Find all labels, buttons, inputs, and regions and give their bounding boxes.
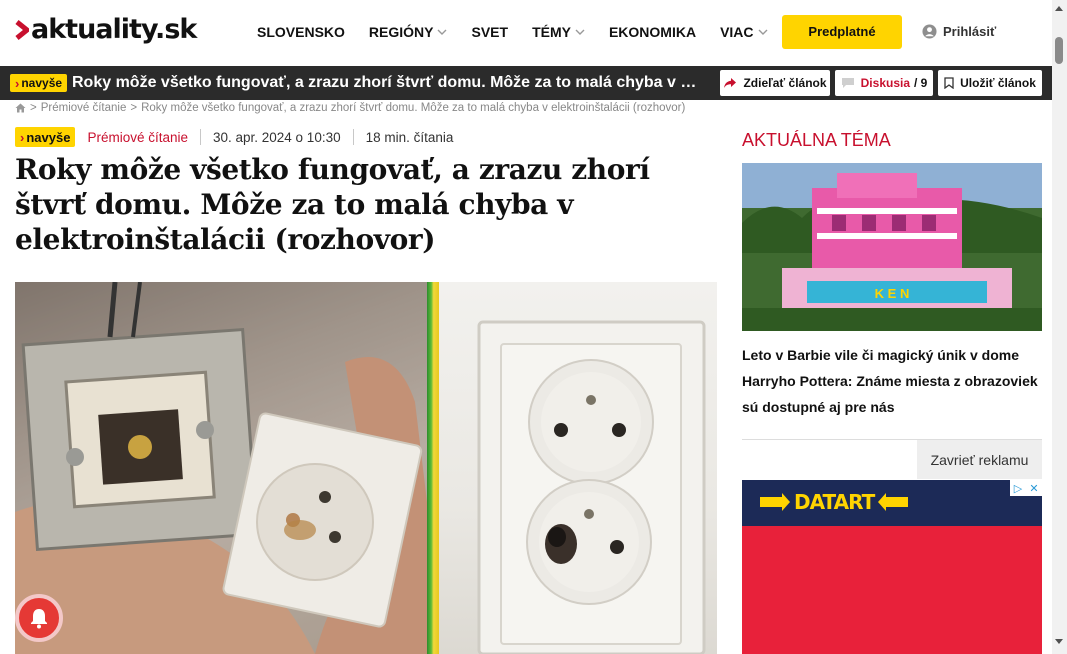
login-label: Prihlásiť [943, 24, 997, 39]
logo-chevron-icon [15, 19, 29, 40]
nav-label: EKONOMIKA [608, 24, 697, 40]
nav-item-regiony[interactable]: REGIÓNY [369, 24, 448, 40]
discussion-count: / 9 [914, 76, 928, 90]
notification-bell-button[interactable] [15, 594, 63, 642]
user-icon [922, 24, 937, 39]
badge-label: navyše [21, 76, 63, 90]
site-header: aktuality.sk SLOVENSKO REGIÓNY SVET TÉMY… [0, 0, 1052, 64]
save-label: Uložiť článok [960, 76, 1036, 90]
login-link[interactable]: Prihlásiť [922, 24, 996, 39]
breadcrumb-separator-icon: > [30, 102, 37, 114]
article-hero-image[interactable] [15, 282, 717, 654]
breadcrumb-item[interactable]: Prémiové čítanie [41, 102, 127, 114]
home-icon[interactable] [15, 103, 26, 113]
comment-icon [841, 78, 854, 88]
nav-label: SVET [471, 24, 509, 40]
nav-label: SLOVENSKO [257, 24, 345, 40]
advertisement-banner[interactable]: DATART ▷ ✕ [742, 480, 1042, 654]
wall-socket-illustration [477, 320, 706, 654]
ad-header: DATART ▷ ✕ [742, 480, 1042, 526]
nav-label: TÉMY [532, 24, 571, 40]
article-headline: Roky môže všetko fungovať, a zrazu zhorí… [15, 153, 650, 256]
meta-divider [352, 129, 354, 145]
arrow-left-shape-icon [878, 493, 909, 511]
scroll-down-arrow-icon[interactable] [1055, 639, 1063, 644]
arrow-right-shape-icon [760, 493, 790, 511]
article-category[interactable]: Prémiové čítanie [87, 130, 188, 145]
nav-item-slovensko[interactable]: SLOVENSKO [257, 24, 345, 40]
chevron-down-icon [437, 29, 447, 35]
barbie-house-illustration: K E N [742, 163, 1042, 331]
nav-item-viac[interactable]: VIAC [720, 24, 768, 40]
scrollbar-thumb[interactable] [1055, 37, 1063, 64]
ad-brand-text: DATART [794, 490, 875, 514]
sticky-title[interactable]: Roky môže všetko fungovať, a zrazu zhorí… [72, 74, 702, 92]
hero-photo-left [15, 282, 427, 654]
ad-choices[interactable]: ▷ ✕ [1010, 480, 1042, 496]
subscribe-button[interactable]: Predplatné [782, 15, 902, 49]
read-time: 18 min. čítania [365, 129, 454, 145]
ad-brand-logo: DATART [760, 490, 909, 514]
share-article-button[interactable]: Zdieľať článok [720, 70, 830, 96]
article-date: 30. apr. 2024 o 10:30 [212, 129, 341, 145]
article-meta: › navyše Prémiové čítanie 30. apr. 2024 … [15, 127, 453, 147]
hero-cable-strip [427, 282, 439, 654]
navyse-badge: › navyše [10, 74, 68, 92]
topic-heading: AKTUÁLNA TÉMA [742, 130, 891, 150]
nav-item-svet[interactable]: SVET [471, 24, 508, 40]
breadcrumb: > Prémiové čítanie > Roky môže všetko fu… [15, 102, 685, 114]
main-nav: SLOVENSKO REGIÓNY SVET TÉMY EKONOMIKA VI… [257, 24, 792, 40]
chevron-right-icon: › [15, 75, 20, 91]
hero-photo-right [439, 282, 717, 654]
chevron-down-icon [758, 29, 768, 35]
house-sign-text: K E N [875, 286, 910, 301]
discussion-button[interactable]: Diskusia / 9 [835, 70, 933, 96]
bell-icon [31, 609, 47, 629]
breadcrumb-separator-icon: > [130, 102, 138, 114]
site-logo[interactable]: aktuality.sk [15, 14, 197, 45]
sticky-article-bar: › navyše Roky môže všetko fungovať, a zr… [0, 66, 1052, 100]
socket-mechanism-illustration [15, 282, 427, 654]
breadcrumb-item[interactable]: Roky môže všetko fungovať, a zrazu zhorí… [141, 102, 685, 114]
close-ad-button[interactable]: Zavrieť reklamu [917, 440, 1042, 479]
discussion-label: Diskusia [860, 76, 910, 90]
share-label: Zdieľať článok [743, 76, 827, 90]
logo-text: aktuality.sk [31, 14, 197, 45]
meta-divider [199, 129, 201, 145]
chevron-right-icon: › [20, 129, 25, 145]
topic-image[interactable]: K E N [742, 163, 1042, 331]
topic-article-link[interactable]: Leto v Barbie vile či magický únik v dom… [742, 342, 1042, 420]
share-icon [724, 78, 737, 88]
nav-item-ekonomika[interactable]: EKONOMIKA [609, 24, 696, 40]
chevron-down-icon [575, 29, 585, 35]
scroll-up-arrow-icon[interactable] [1055, 6, 1063, 11]
nav-item-temy[interactable]: TÉMY [532, 24, 585, 40]
nav-label: REGIÓNY [368, 24, 434, 40]
page-scrollbar[interactable] [1052, 0, 1067, 654]
ad-body [742, 526, 1042, 654]
nav-label: VIAC [720, 24, 754, 40]
bookmark-icon [944, 77, 954, 89]
badge-label: navyše [26, 129, 71, 145]
ad-close-icon[interactable]: ✕ [1026, 480, 1042, 496]
save-article-button[interactable]: Uložiť článok [938, 70, 1042, 96]
ad-info-icon[interactable]: ▷ [1010, 480, 1026, 496]
navyse-badge: › navyše [15, 127, 76, 147]
